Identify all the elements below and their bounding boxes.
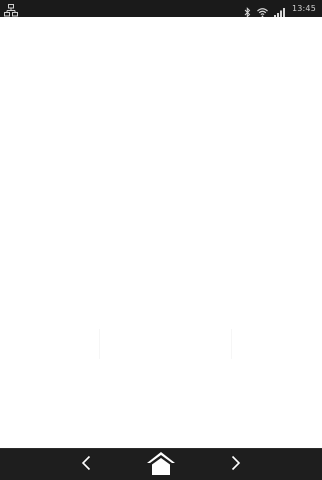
wifi-icon (257, 3, 268, 18)
phone-screen: 13:45 (0, 0, 322, 480)
forward-button[interactable] (216, 449, 256, 480)
home-button[interactable] (141, 449, 181, 480)
back-button[interactable] (66, 449, 106, 480)
status-icons: 13:45 (244, 0, 316, 18)
forward-arrow-icon (231, 455, 241, 475)
faint-divider-left (99, 329, 100, 359)
network-icon (4, 2, 18, 17)
back-arrow-icon (81, 455, 91, 475)
status-time: 13:45 (291, 4, 316, 13)
faint-divider-right (231, 329, 232, 359)
status-bar: 13:45 (0, 0, 322, 18)
bluetooth-icon (244, 3, 251, 18)
home-icon (146, 450, 176, 480)
signal-icon (273, 3, 286, 18)
navigation-bar (0, 448, 322, 480)
main-content (0, 17, 322, 448)
